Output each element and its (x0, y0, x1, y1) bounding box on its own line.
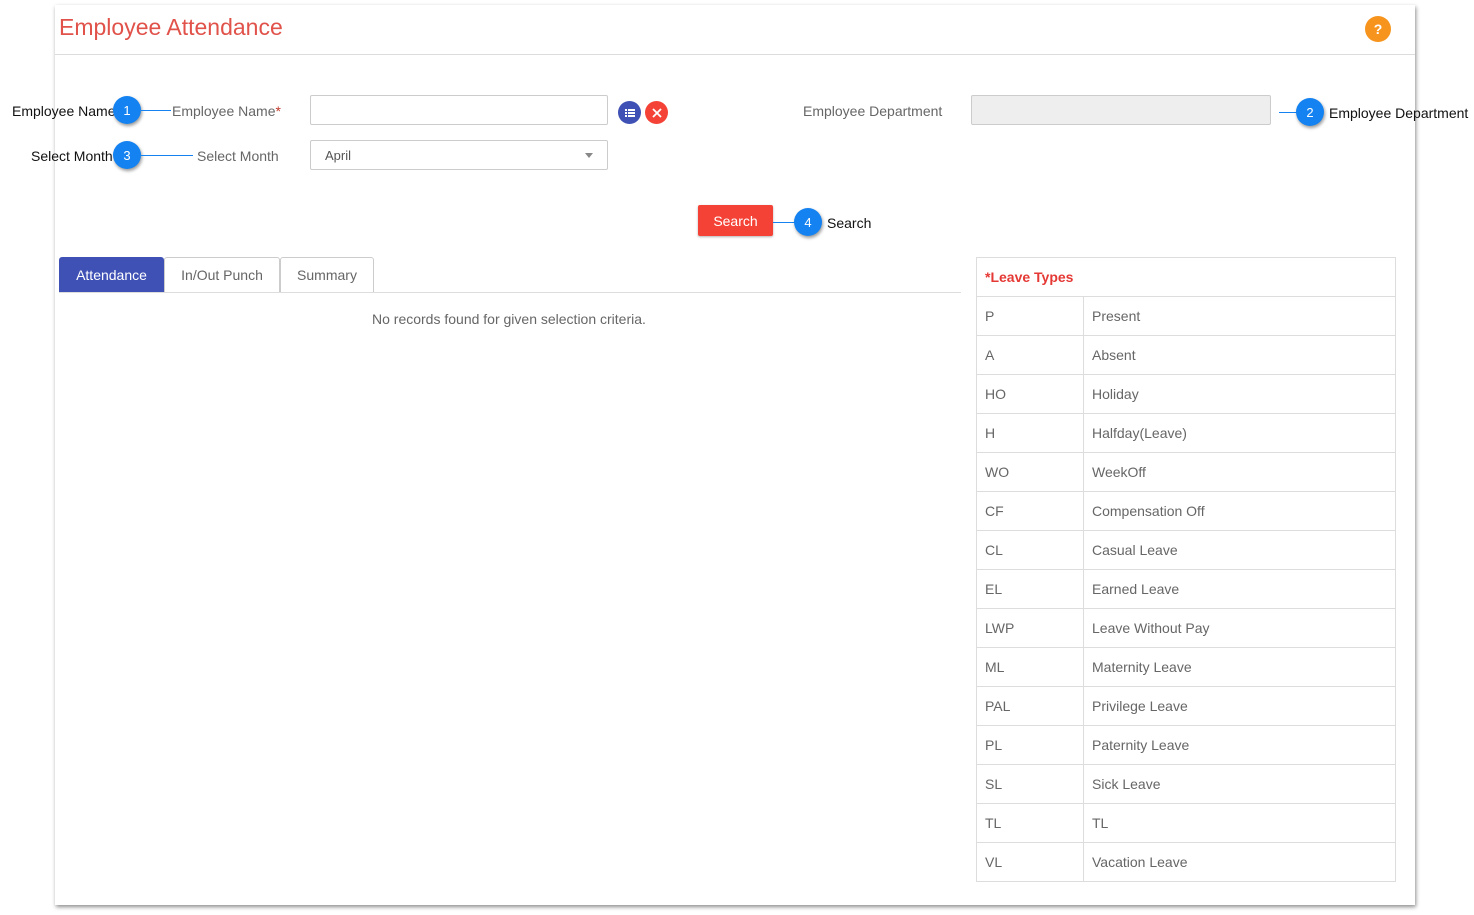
leave-type-name: Casual Leave (1083, 530, 1396, 570)
leave-type-row: LWP Leave Without Pay (976, 608, 1396, 648)
leave-type-code: SL (976, 764, 1084, 804)
clear-employee-button[interactable] (645, 101, 668, 124)
callout-4-connector (773, 222, 795, 223)
attendance-panel: Employee Attendance ? Employee Name* Emp… (55, 5, 1415, 905)
leave-type-row: WO WeekOff (976, 452, 1396, 492)
employee-department-field (971, 95, 1271, 125)
leave-types-body: P Present A Absent HO Holiday H Halfday(Leave) W… (976, 296, 1396, 882)
leave-type-code: TL (976, 803, 1084, 843)
required-marker: * (275, 103, 281, 119)
list-icon (624, 108, 635, 117)
leave-type-name: Sick Leave (1083, 764, 1396, 804)
leave-type-name: Vacation Leave (1083, 842, 1396, 882)
month-select-value: April (325, 148, 352, 163)
leave-type-row: ML Maternity Leave (976, 647, 1396, 687)
callout-1-text: Employee Name (12, 103, 116, 119)
leave-type-row: VL Vacation Leave (976, 842, 1396, 882)
leave-type-code: H (976, 413, 1084, 453)
leave-type-code: WO (976, 452, 1084, 492)
leave-type-name: Leave Without Pay (1083, 608, 1396, 648)
caret-down-icon (585, 153, 593, 158)
callout-badge-1: 1 (113, 96, 141, 124)
help-button[interactable]: ? (1365, 16, 1391, 42)
tab-attendance[interactable]: Attendance (59, 257, 164, 292)
leave-type-code: VL (976, 842, 1084, 882)
select-month-label: Select Month (197, 148, 279, 164)
leave-type-row: SL Sick Leave (976, 764, 1396, 804)
leave-type-code: ML (976, 647, 1084, 687)
leave-type-code: LWP (976, 608, 1084, 648)
callout-3-connector (141, 155, 193, 156)
leave-type-code: P (976, 296, 1084, 336)
tab-divider (59, 292, 961, 293)
page-title: Employee Attendance (59, 14, 283, 40)
leave-type-code: CL (976, 530, 1084, 570)
leave-type-name: Paternity Leave (1083, 725, 1396, 765)
search-button[interactable]: Search (698, 205, 773, 236)
callout-badge-3: 3 (113, 141, 141, 169)
leave-type-row: A Absent (976, 335, 1396, 375)
leave-type-code: CF (976, 491, 1084, 531)
tab-in-out-punch[interactable]: In/Out Punch (164, 257, 280, 292)
employee-department-label: Employee Department (803, 103, 943, 119)
callout-badge-4: 4 (794, 208, 822, 236)
leave-type-name: Holiday (1083, 374, 1396, 414)
callout-2-connector (1279, 112, 1297, 113)
leave-type-row: P Present (976, 296, 1396, 336)
leave-type-row: TL TL (976, 803, 1396, 843)
leave-type-name: Compensation Off (1083, 491, 1396, 531)
leave-type-name: Maternity Leave (1083, 647, 1396, 687)
leave-type-row: CL Casual Leave (976, 530, 1396, 570)
leave-type-name: Halfday(Leave) (1083, 413, 1396, 453)
leave-type-name: Earned Leave (1083, 569, 1396, 609)
leave-type-code: HO (976, 374, 1084, 414)
leave-type-row: PAL Privilege Leave (976, 686, 1396, 726)
leave-type-name: Present (1083, 296, 1396, 336)
leave-types-title: *Leave Types (976, 257, 1396, 297)
employee-list-button[interactable] (618, 101, 641, 124)
leave-type-name: TL (1083, 803, 1396, 843)
callout-3-text: Select Month (31, 148, 113, 164)
leave-type-name: Absent (1083, 335, 1396, 375)
leave-type-name: Privilege Leave (1083, 686, 1396, 726)
employee-name-label-text: Employee Name (172, 103, 276, 119)
employee-name-label: Employee Name* (172, 103, 281, 119)
empty-state-message: No records found for given selection cri… (372, 311, 646, 327)
callout-2-text: Employee Department (1329, 105, 1469, 121)
month-select[interactable]: April (310, 140, 608, 170)
employee-name-input[interactable] (310, 95, 608, 125)
leave-type-row: HO Holiday (976, 374, 1396, 414)
leave-type-code: A (976, 335, 1084, 375)
leave-type-row: CF Compensation Off (976, 491, 1396, 531)
leave-type-code: PL (976, 725, 1084, 765)
leave-type-row: H Halfday(Leave) (976, 413, 1396, 453)
leave-type-row: PL Paternity Leave (976, 725, 1396, 765)
leave-type-row: EL Earned Leave (976, 569, 1396, 609)
panel-header: Employee Attendance ? (55, 5, 1415, 55)
leave-type-code: EL (976, 569, 1084, 609)
leave-type-code: PAL (976, 686, 1084, 726)
close-icon (651, 107, 662, 118)
callout-4-text: Search (827, 215, 872, 231)
leave-types-header-row: *Leave Types (976, 257, 1396, 297)
callout-badge-2: 2 (1296, 98, 1324, 126)
tab-summary[interactable]: Summary (280, 257, 374, 292)
leave-type-name: WeekOff (1083, 452, 1396, 492)
leave-types-table: *Leave Types P Present A Absent HO Holiday H Ha… (976, 257, 1396, 882)
callout-1-connector (141, 110, 171, 111)
